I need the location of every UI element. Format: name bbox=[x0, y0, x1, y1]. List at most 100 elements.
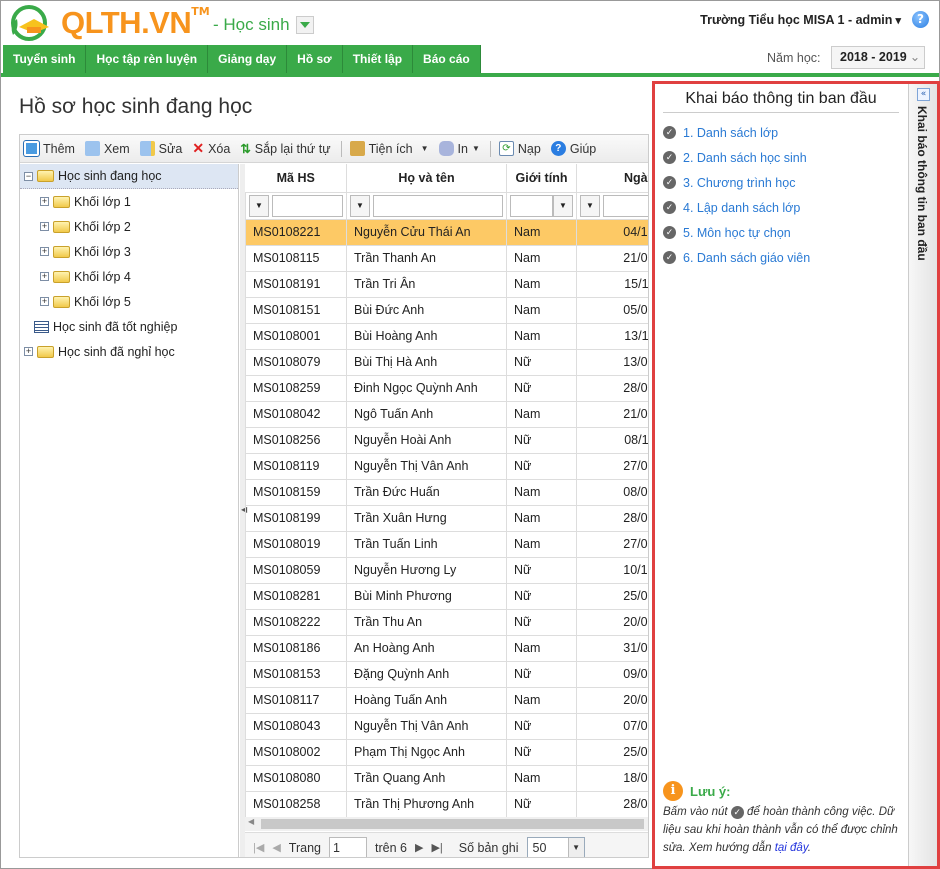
table-row[interactable]: MS0108001Bùi Hoàng AnhNam13/11/2 bbox=[245, 322, 648, 350]
table-row[interactable]: MS0108259Đinh Ngọc Quỳnh AnhNữ28/05/2 bbox=[245, 374, 648, 402]
table-row[interactable]: MS0108079Bùi Thị Hà AnhNữ13/09/2 bbox=[245, 348, 648, 376]
tree-node-grade[interactable]: + Khối lớp 5 bbox=[20, 289, 238, 314]
table-row[interactable]: MS0108159Trần Đức HuấnNam08/02/2 bbox=[245, 478, 648, 506]
table-row[interactable]: MS0108119Nguyễn Thị Vân AnhNữ27/02/2 bbox=[245, 452, 648, 480]
year-select[interactable]: 2018 - 2019 bbox=[831, 46, 925, 69]
chevron-down-icon[interactable] bbox=[295, 16, 314, 34]
setup-step[interactable]: ✓ 3. Chương trình học bbox=[663, 170, 810, 195]
table-row[interactable]: MS0108042Ngô Tuấn AnhNam21/03/2 bbox=[245, 400, 648, 428]
check-circle-icon[interactable]: ✓ bbox=[663, 151, 676, 164]
help-button[interactable]: ? Giúp bbox=[550, 141, 596, 156]
filter-student-id-input[interactable] bbox=[272, 194, 343, 217]
tree-node-grade[interactable]: + Khối lớp 1 bbox=[20, 189, 238, 214]
table-row[interactable]: MS0108019Trần Tuấn LinhNam27/08/2 bbox=[245, 530, 648, 558]
tree-node-current[interactable]: − Học sinh đang học bbox=[20, 164, 238, 189]
horizontal-scrollbar[interactable]: ◀ bbox=[245, 817, 648, 831]
module-selector[interactable]: - Học sinh bbox=[213, 15, 314, 35]
expand-icon[interactable]: + bbox=[40, 197, 49, 206]
setup-step-link[interactable]: 4. Lập danh sách lớp bbox=[683, 201, 800, 215]
setup-step[interactable]: ✓ 4. Lập danh sách lớp bbox=[663, 195, 810, 220]
col-header-birthdate[interactable]: Ngày s bbox=[576, 164, 648, 192]
table-row[interactable]: MS0108002Phạm Thị Ngọc AnhNữ25/05/2 bbox=[245, 738, 648, 766]
setup-step-link[interactable]: 3. Chương trình học bbox=[683, 176, 795, 190]
double-chevron-left-icon[interactable]: « bbox=[917, 88, 930, 101]
table-row[interactable]: MS0108151Bùi Đức AnhNam05/03/2 bbox=[245, 296, 648, 324]
setup-step[interactable]: ✓ 6. Danh sách giáo viên bbox=[663, 245, 810, 270]
scrollbar-thumb[interactable] bbox=[261, 819, 644, 829]
table-row[interactable]: MS0108115Trần Thanh AnNam21/01/2 bbox=[245, 244, 648, 272]
check-circle-icon[interactable]: ✓ bbox=[663, 226, 676, 239]
page-input[interactable]: 1 bbox=[329, 836, 367, 857]
print-menu[interactable]: In ▼ bbox=[438, 141, 480, 156]
setup-step[interactable]: ✓ 1. Danh sách lớp bbox=[663, 120, 810, 145]
first-page-icon[interactable]: |◀ bbox=[253, 841, 264, 854]
setup-step-link[interactable]: 6. Danh sách giáo viên bbox=[683, 251, 810, 265]
nav-giang-day[interactable]: Giảng dạy bbox=[208, 45, 288, 74]
check-circle-icon[interactable]: ✓ bbox=[663, 201, 676, 214]
table-row[interactable]: MS0108059Nguyễn Hương LyNữ10/10/2 bbox=[245, 556, 648, 584]
help-icon[interactable]: ? bbox=[912, 11, 929, 28]
setup-step-link[interactable]: 5. Môn học tự chọn bbox=[683, 226, 791, 240]
filter-operator-dropdown[interactable]: ▼ bbox=[350, 194, 370, 217]
guide-link[interactable]: tại đây bbox=[775, 842, 808, 854]
expand-icon[interactable]: + bbox=[40, 247, 49, 256]
reorder-button[interactable]: ⇅ Sắp lại thứ tự bbox=[240, 141, 330, 157]
scroll-left-icon[interactable]: ◀ bbox=[248, 817, 254, 826]
filter-gender-select[interactable] bbox=[510, 194, 553, 217]
col-header-gender[interactable]: Giới tính bbox=[506, 164, 577, 192]
edit-button[interactable]: Sửa bbox=[139, 141, 182, 156]
table-row[interactable]: MS0108191Trần Tri ÂnNam15/11/2 bbox=[245, 270, 648, 298]
check-circle-icon[interactable]: ✓ bbox=[663, 251, 676, 264]
nav-tuyen-sinh[interactable]: Tuyển sinh bbox=[3, 45, 87, 74]
setup-step[interactable]: ✓ 2. Danh sách học sinh bbox=[663, 145, 810, 170]
table-row[interactable]: MS0108222Trần Thu AnNữ20/08/2 bbox=[245, 608, 648, 636]
nav-ho-so[interactable]: Hồ sơ bbox=[287, 45, 343, 74]
table-row[interactable]: MS0108117Hoàng Tuấn AnhNam20/08/2 bbox=[245, 686, 648, 714]
setup-step-link[interactable]: 1. Danh sách lớp bbox=[683, 126, 778, 140]
table-row[interactable]: MS0108199Trần Xuân HưngNam28/02/2 bbox=[245, 504, 648, 532]
filter-operator-dropdown[interactable]: ▼ bbox=[249, 194, 269, 217]
panel-collapse-strip[interactable]: « Khai báo thông tin ban đầu bbox=[908, 84, 937, 866]
utilities-menu[interactable]: Tiện ích ▼ bbox=[349, 141, 429, 156]
col-header-full-name[interactable]: Họ và tên bbox=[346, 164, 507, 192]
delete-button[interactable]: ✕ Xóa bbox=[192, 140, 230, 157]
table-row[interactable]: MS0108281Bùi Minh PhươngNữ25/06/2 bbox=[245, 582, 648, 610]
next-page-icon[interactable]: ▶ bbox=[415, 841, 423, 854]
nav-bao-cao[interactable]: Báo cáo bbox=[413, 45, 481, 74]
collapse-icon[interactable]: − bbox=[24, 171, 33, 181]
filter-birthdate-input[interactable] bbox=[603, 194, 648, 217]
tree-node-dropped[interactable]: + Học sinh đã nghỉ học bbox=[20, 339, 238, 364]
expand-icon[interactable]: + bbox=[24, 347, 33, 356]
table-row[interactable]: MS0108258Trần Thị Phương AnhNữ28/01/2 bbox=[245, 790, 648, 818]
last-page-icon[interactable]: ▶| bbox=[431, 841, 442, 854]
user-menu[interactable]: Trường Tiểu học MISA 1 - admin bbox=[700, 13, 901, 27]
expand-icon[interactable]: + bbox=[40, 297, 49, 306]
prev-page-icon[interactable]: ◀ bbox=[272, 841, 280, 854]
filter-operator-dropdown[interactable]: ▼ bbox=[580, 194, 600, 217]
tree-node-grade[interactable]: + Khối lớp 4 bbox=[20, 264, 238, 289]
chevron-down-icon[interactable]: ▼ bbox=[553, 194, 573, 217]
expand-icon[interactable]: + bbox=[40, 222, 49, 231]
table-row[interactable]: MS0108080Trần Quang AnhNam18/01/2 bbox=[245, 764, 648, 792]
filter-full-name-input[interactable] bbox=[373, 194, 503, 217]
setup-step[interactable]: ✓ 5. Môn học tự chọn bbox=[663, 220, 810, 245]
nav-thiet-lap[interactable]: Thiết lập bbox=[343, 45, 414, 74]
tree-node-grade[interactable]: + Khối lớp 3 bbox=[20, 239, 238, 264]
setup-step-link[interactable]: 2. Danh sách học sinh bbox=[683, 151, 807, 165]
view-button[interactable]: Xem bbox=[84, 141, 130, 156]
check-circle-icon[interactable]: ✓ bbox=[663, 126, 676, 139]
table-row[interactable]: MS0108256Nguyễn Hoài AnhNữ08/11/2 bbox=[245, 426, 648, 454]
table-row[interactable]: MS0108043Nguyễn Thị Vân AnhNữ07/02/2 bbox=[245, 712, 648, 740]
reload-button[interactable]: ⟳ Nạp bbox=[498, 141, 541, 156]
table-row[interactable]: MS0108221Nguyễn Cửu Thái AnNam04/10/2 bbox=[245, 218, 648, 246]
nav-hoc-tap[interactable]: Học tập rèn luyện bbox=[86, 45, 209, 74]
col-header-student-id[interactable]: Mã HS bbox=[245, 164, 347, 192]
page-size-select[interactable]: 50 ▼ bbox=[526, 836, 585, 857]
expand-icon[interactable]: + bbox=[40, 272, 49, 281]
check-circle-icon[interactable]: ✓ bbox=[663, 176, 676, 189]
tree-node-grade[interactable]: + Khối lớp 2 bbox=[20, 214, 238, 239]
tree-node-graduated[interactable]: Học sinh đã tốt nghiệp bbox=[20, 314, 238, 339]
table-row[interactable]: MS0108186An Hoàng AnhNam31/03/2 bbox=[245, 634, 648, 662]
add-button[interactable]: Thêm bbox=[24, 141, 75, 156]
table-row[interactable]: MS0108153Đặng Quỳnh AnhNữ09/05/2 bbox=[245, 660, 648, 688]
